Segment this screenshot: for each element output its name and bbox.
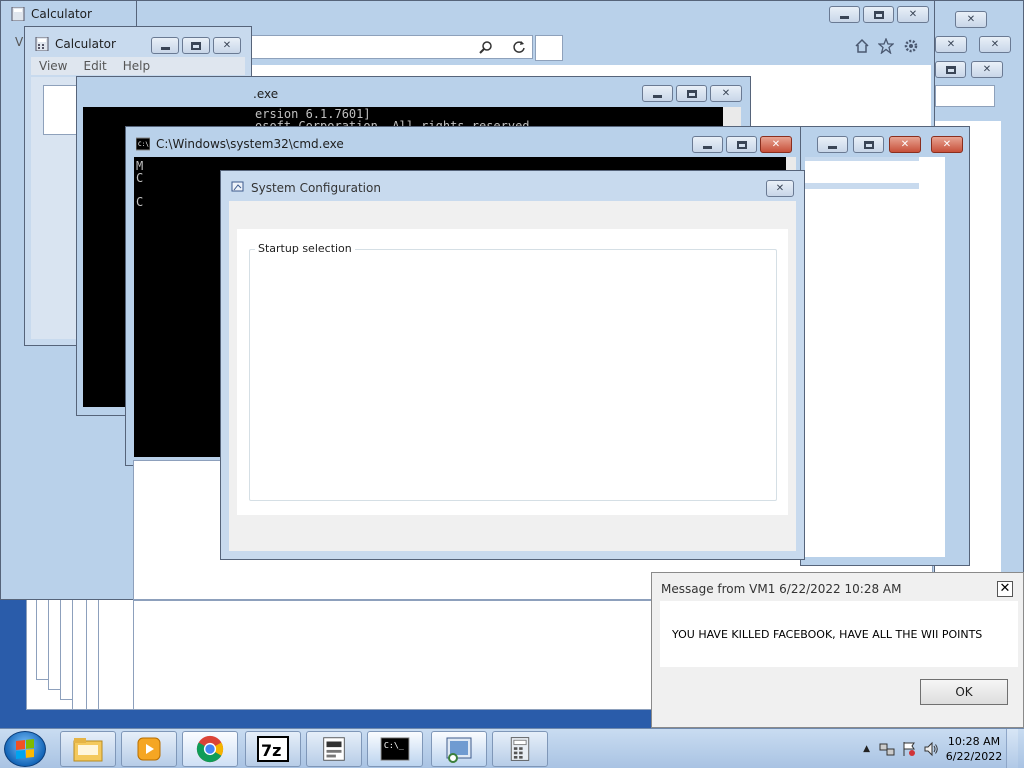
tab-panel: Startup selection <box>237 229 788 515</box>
show-desktop-button[interactable] <box>1006 729 1018 768</box>
close-button[interactable]: ✕ <box>897 6 929 23</box>
message-text: YOU HAVE KILLED FACEBOOK, HAVE ALL THE W… <box>672 628 983 641</box>
console-line: C <box>136 171 144 185</box>
svg-text:7z: 7z <box>261 741 281 760</box>
new-tab-button[interactable] <box>535 35 563 61</box>
close-button[interactable]: ✕ <box>766 180 794 197</box>
close-button[interactable]: ✕ <box>710 85 742 102</box>
calculator-icon <box>35 37 49 51</box>
taskbar-msconfig-button[interactable] <box>431 731 487 767</box>
start-button[interactable] <box>4 731 46 767</box>
taskbar-cmd-button[interactable]: C:\_ <box>367 731 423 767</box>
action-center-icon[interactable] <box>901 741 917 757</box>
close-button[interactable]: ✕ <box>935 36 967 53</box>
clock-date: 6/22/2022 <box>945 750 1003 763</box>
taskbar: 7z C:\_ ▲ 10:28 AM 6/22/2022 <box>0 728 1024 768</box>
maximize-button[interactable] <box>863 6 894 23</box>
maximize-button[interactable] <box>726 136 757 153</box>
msconfig-icon <box>231 181 244 192</box>
taskbar-app-button[interactable] <box>306 731 362 767</box>
menu-bar: View Edit Help <box>31 57 245 75</box>
refresh-icon[interactable] <box>512 40 526 54</box>
message-body-area: YOU HAVE KILLED FACEBOOK, HAVE ALL THE W… <box>660 601 1018 667</box>
show-hidden-icons-button[interactable]: ▲ <box>863 744 870 754</box>
7zip-icon: 7z <box>257 736 289 762</box>
close-button[interactable]: ✕ <box>889 136 921 153</box>
home-icon[interactable] <box>854 38 870 54</box>
close-button[interactable]: ✕ <box>931 136 963 153</box>
window-controls: ✕ <box>151 37 241 54</box>
network-icon[interactable] <box>879 741 895 757</box>
menu-view[interactable]: View <box>39 59 67 73</box>
minimize-button[interactable] <box>151 37 179 54</box>
cmd-icon: C:\_ <box>380 737 410 761</box>
maximize-button[interactable] <box>853 136 884 153</box>
minimize-button[interactable] <box>829 6 860 23</box>
taskbar-calculator-button[interactable] <box>492 731 548 767</box>
explorer-icon <box>73 738 103 762</box>
ok-button[interactable]: OK <box>920 679 1008 705</box>
msconfig-icon <box>446 737 472 763</box>
minimize-button[interactable] <box>642 85 673 102</box>
window-title: Calculator <box>55 37 116 51</box>
maximize-button[interactable] <box>182 37 210 54</box>
search-field[interactable] <box>935 85 995 107</box>
window-title: System Configuration <box>251 181 381 195</box>
star-icon[interactable] <box>878 38 894 54</box>
taskbar-chrome-button[interactable] <box>182 731 238 767</box>
gear-icon[interactable] <box>903 38 919 54</box>
close-button[interactable]: ✕ <box>213 37 241 54</box>
cmd-icon: C:\ <box>136 137 150 151</box>
calculator-icon <box>510 737 530 761</box>
close-button[interactable]: ✕ <box>955 11 987 28</box>
menu-help[interactable]: Help <box>123 59 150 73</box>
menu-edit[interactable]: Edit <box>83 59 106 73</box>
taskbar-explorer-button[interactable] <box>60 731 116 767</box>
maximize-button[interactable] <box>935 61 966 78</box>
svg-text:C:\: C:\ <box>138 141 149 148</box>
window-content <box>805 157 945 557</box>
maximize-button[interactable] <box>676 85 707 102</box>
minimize-button[interactable] <box>692 136 723 153</box>
close-button[interactable]: ✕ <box>997 581 1013 597</box>
app-icon <box>323 737 345 761</box>
window-controls: ✕ <box>692 136 792 153</box>
clock-time: 10:28 AM <box>947 735 1001 748</box>
svg-text:C:\_: C:\_ <box>384 740 405 750</box>
taskbar-7zip-button[interactable]: 7z <box>245 731 301 767</box>
message-dialog[interactable]: Message from VM1 6/22/2022 10:28 AM ✕ YO… <box>651 572 1024 728</box>
close-button[interactable]: ✕ <box>971 61 1003 78</box>
dialog-body: Startup selection <box>229 201 796 551</box>
window-controls: ✕ <box>642 85 742 102</box>
system-configuration-window[interactable]: System Configuration ✕ Startup selection <box>220 170 805 560</box>
window-title: .exe <box>253 87 279 101</box>
windows-logo-icon <box>16 739 34 759</box>
chrome-icon <box>196 735 224 763</box>
ghost-window <box>133 600 653 710</box>
calculator-icon <box>11 7 25 21</box>
close-button[interactable]: ✕ <box>979 36 1011 53</box>
volume-icon[interactable] <box>923 741 939 757</box>
media-player-icon <box>137 737 161 761</box>
minimize-button[interactable] <box>817 136 848 153</box>
desktop: Calculator Vi ✕ ✕ ✕ ✕ ✕ Calculator ✕ Vie… <box>0 0 1024 728</box>
clock[interactable]: 10:28 AM 6/22/2022 <box>942 734 1006 764</box>
taskbar-media-player-button[interactable] <box>121 731 177 767</box>
window-title: C:\Windows\system32\cmd.exe <box>156 137 344 151</box>
startup-selection-group <box>249 249 777 501</box>
console-line: C <box>136 195 144 209</box>
group-label: Startup selection <box>255 242 355 255</box>
window-controls: ✕ <box>829 6 929 23</box>
close-button[interactable]: ✕ <box>760 136 792 153</box>
search-icon[interactable] <box>479 40 493 54</box>
system-tray: ▲ 10:28 AM 6/22/2022 <box>863 729 1018 768</box>
window-title: Calculator <box>31 7 92 21</box>
message-title: Message from VM1 6/22/2022 10:28 AM <box>661 582 902 596</box>
background-window[interactable]: ✕ ✕ <box>800 126 970 566</box>
